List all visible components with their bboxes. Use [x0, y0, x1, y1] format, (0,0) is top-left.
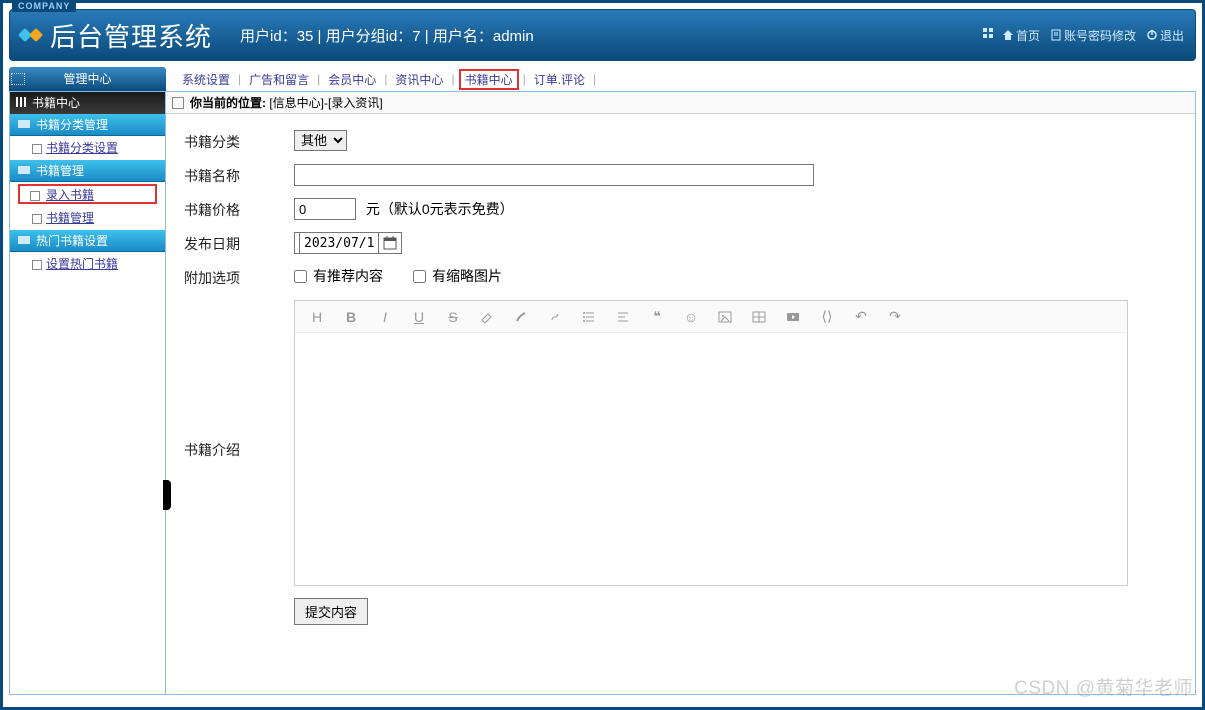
collapse-handle[interactable]	[163, 480, 171, 510]
editor-toolbar: H B I U S ❝ ☺	[295, 301, 1127, 333]
brush-icon[interactable]	[513, 309, 529, 325]
breadcrumb: 你当前的位置: [信息中心]-[录入资讯]	[166, 92, 1195, 114]
password-link[interactable]: 账号密码修改	[1047, 27, 1139, 44]
nav-广告和留言[interactable]: 广告和留言	[245, 71, 313, 88]
rich-editor: H B I U S ❝ ☺	[294, 300, 1128, 586]
drag-handle-icon	[11, 73, 25, 85]
heading-icon[interactable]: H	[309, 309, 325, 325]
submit-button[interactable]: 提交内容	[294, 598, 368, 625]
password-label: 账号密码修改	[1064, 27, 1136, 44]
price-note: 元（默认0元表示免费）	[366, 201, 514, 217]
sidebar-item[interactable]: 录入书籍	[18, 184, 157, 204]
sidebar-head: 书籍中心	[10, 92, 165, 114]
top-nav: 系统设置 | 广告和留言 | 会员中心 | 资讯中心 | 书籍中心 | 订单.评…	[166, 67, 1196, 91]
sidebar-item[interactable]: 书籍管理	[10, 206, 165, 230]
nav-书籍中心[interactable]: 书籍中心	[459, 69, 519, 90]
list-icon[interactable]	[581, 309, 597, 325]
select-category[interactable]: 其他	[294, 130, 347, 151]
nav-会员中心[interactable]: 会员中心	[324, 71, 380, 88]
home-link[interactable]: 首页	[999, 27, 1043, 44]
calendar-icon[interactable]	[383, 236, 397, 250]
input-name[interactable]	[294, 164, 814, 186]
chk-recommend[interactable]: 有推荐内容	[294, 266, 383, 286]
sidebar-link[interactable]: 书籍管理	[46, 211, 94, 225]
date-text[interactable]	[299, 232, 379, 254]
redo-icon[interactable]: ↷	[887, 309, 903, 325]
label-intro: 书籍介绍	[184, 300, 294, 460]
power-icon	[1146, 29, 1158, 41]
image-icon[interactable]	[717, 309, 733, 325]
user-info: 用户id：35 | 用户分组id：7 | 用户名：admin	[240, 25, 983, 46]
home-label: 首页	[1016, 27, 1040, 44]
underline-icon[interactable]: U	[411, 309, 427, 325]
logo-icon	[18, 22, 44, 48]
table-icon[interactable]	[751, 309, 767, 325]
sidebar-title: 管理中心	[9, 67, 166, 91]
logout-label: 退出	[1160, 27, 1184, 44]
nav-订单.评论[interactable]: 订单.评论	[530, 71, 589, 88]
home-icon	[1002, 29, 1014, 41]
undo-icon[interactable]: ↶	[853, 309, 869, 325]
logout-link[interactable]: 退出	[1143, 27, 1187, 44]
sidebar-link[interactable]: 设置热门书籍	[46, 257, 118, 271]
sidebar-item[interactable]: 设置热门书籍	[10, 252, 165, 276]
emoji-icon[interactable]: ☺	[683, 309, 699, 325]
code-icon[interactable]: ⟨⟩	[819, 309, 835, 325]
label-name: 书籍名称	[184, 164, 294, 186]
editor-body[interactable]	[295, 333, 1127, 585]
doc-icon	[1050, 29, 1062, 41]
breadcrumb-path: [信息中心]-[录入资讯]	[269, 96, 382, 110]
sidebar-item[interactable]: 书籍分类设置	[10, 136, 165, 160]
sidebar-group[interactable]: 热门书籍设置	[10, 230, 165, 252]
align-icon[interactable]	[615, 309, 631, 325]
header-bar: 后台管理系统 用户id：35 | 用户分组id：7 | 用户名：admin 首页…	[9, 9, 1196, 61]
sidebar-link[interactable]: 书籍分类设置	[46, 141, 118, 155]
label-extra: 附加选项	[184, 266, 294, 288]
label-category: 书籍分类	[184, 130, 294, 152]
app-title: 后台管理系统	[50, 17, 212, 54]
link-icon[interactable]	[547, 309, 563, 325]
chk-thumbnail[interactable]: 有缩略图片	[413, 266, 502, 286]
label-price: 书籍价格	[184, 198, 294, 220]
watermark: CSDN @黄菊华老师	[1014, 673, 1193, 700]
sidebar-link[interactable]: 录入书籍	[46, 188, 94, 202]
company-tag: COMPANY	[12, 1, 76, 12]
breadcrumb-label: 你当前的位置:	[190, 96, 266, 110]
label-date: 发布日期	[184, 232, 294, 254]
grid-icon	[983, 28, 995, 43]
content-panel: 你当前的位置: [信息中心]-[录入资讯] 书籍分类 其他 书籍名称 书籍价格	[166, 91, 1196, 695]
sidebar-group[interactable]: 书籍管理	[10, 160, 165, 182]
italic-icon[interactable]: I	[377, 309, 393, 325]
video-icon[interactable]	[785, 309, 801, 325]
input-date[interactable]	[294, 232, 402, 254]
bold-icon[interactable]: B	[343, 309, 359, 325]
eraser-icon[interactable]	[479, 309, 495, 325]
quote-icon[interactable]: ❝	[649, 309, 665, 325]
strikethrough-icon[interactable]: S	[445, 309, 461, 325]
input-price[interactable]	[294, 198, 356, 220]
nav-资讯中心[interactable]: 资讯中心	[391, 71, 447, 88]
nav-系统设置[interactable]: 系统设置	[178, 71, 234, 88]
sidebar: 书籍中心书籍分类管理书籍分类设置书籍管理录入书籍书籍管理热门书籍设置设置热门书籍	[9, 91, 166, 695]
sidebar-group[interactable]: 书籍分类管理	[10, 114, 165, 136]
